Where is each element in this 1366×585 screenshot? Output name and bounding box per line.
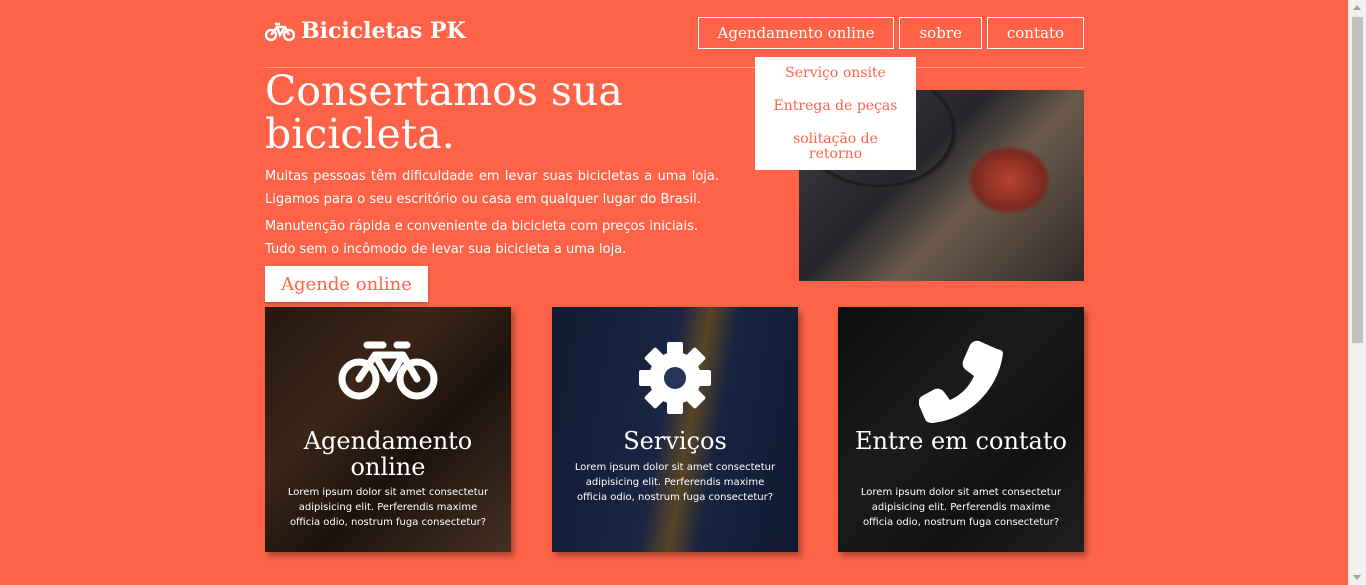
agende-online-button[interactable]: Agende online (265, 266, 428, 302)
feature-cards: Agendamento online Lorem ipsum dolor sit… (265, 307, 1084, 552)
bicycle-icon (338, 341, 438, 400)
dropdown-item-solitacao-retorno[interactable]: solitação de retorno (780, 132, 891, 162)
main-nav: Agendamento online sobre contato (697, 17, 1084, 49)
hero-title: Consertamos sua bicicleta. (265, 67, 623, 158)
card-title: Agendamento online (303, 427, 473, 481)
card-title: Serviços (623, 427, 727, 455)
card-text: Lorem ipsum dolor sit amet consectetur a… (860, 487, 1062, 528)
dropdown-item-servico-onsite[interactable]: Serviço onsite (755, 65, 916, 81)
hero-paragraph-1: Muitas pessoas têm dificuldade em levar … (265, 169, 719, 207)
brand-name: Bicicletas PK (301, 18, 466, 44)
scrollbar-thumb[interactable] (1352, 17, 1363, 343)
hero-paragraph-2: Manutenção rápida e conveniente da bicic… (265, 219, 699, 257)
gear-icon (639, 342, 711, 414)
scroll-down-icon[interactable] (1353, 575, 1361, 580)
agendamento-dropdown-menu: Serviço onsite Entrega de peças solitaçã… (755, 57, 916, 170)
card-contato[interactable]: Entre em contato Lorem ipsum dolor sit a… (838, 307, 1084, 552)
dropdown-item-entrega-pecas[interactable]: Entrega de peças (755, 98, 916, 114)
page-scrollbar[interactable] (1348, 0, 1366, 585)
card-text: Lorem ipsum dolor sit amet consectetur a… (287, 487, 489, 528)
card-agendamento[interactable]: Agendamento online Lorem ipsum dolor sit… (265, 307, 511, 552)
card-servicos[interactable]: Serviços Lorem ipsum dolor sit amet cons… (552, 307, 798, 552)
card-title: Entre em contato (855, 427, 1067, 455)
nav-contato-button[interactable]: contato (986, 17, 1084, 49)
bicycle-icon (265, 22, 295, 42)
phone-icon (919, 340, 1003, 423)
nav-sobre-button[interactable]: sobre (899, 17, 982, 49)
nav-agendamento-button[interactable]: Agendamento online (697, 17, 895, 49)
scroll-up-icon[interactable] (1353, 5, 1361, 10)
card-text: Lorem ipsum dolor sit amet consectetur a… (574, 462, 776, 503)
header: Bicicletas PK Agendamento online sobre c… (265, 0, 1084, 68)
page-container: Bicicletas PK Agendamento online sobre c… (265, 0, 1084, 302)
brand-logo[interactable]: Bicicletas PK (265, 18, 466, 44)
